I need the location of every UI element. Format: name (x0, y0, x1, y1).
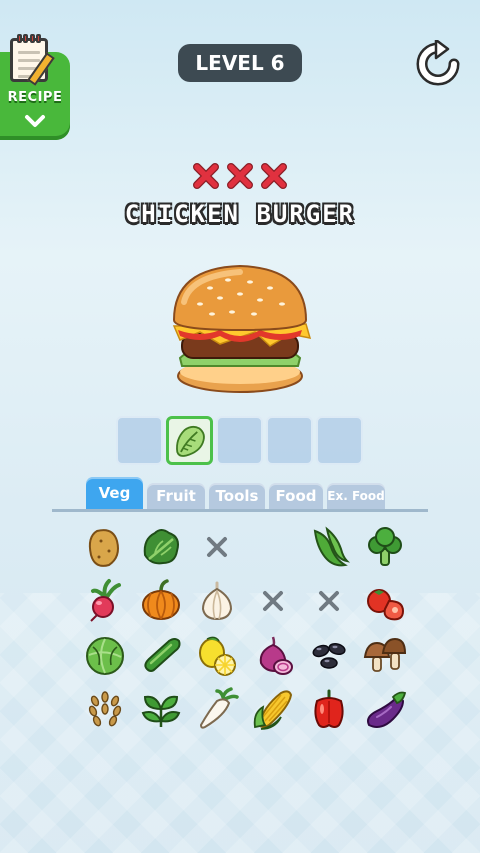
wheat-icon (88, 691, 122, 727)
ingredient-wheat[interactable] (78, 682, 132, 736)
ingredient-mushroom[interactable] (358, 628, 412, 682)
ingredient-potato[interactable] (78, 520, 132, 574)
mushroom-icon (363, 637, 407, 672)
ingredient-pumpkin[interactable] (134, 574, 188, 628)
ingredient-empty (246, 520, 300, 574)
used-x-icon (319, 591, 339, 611)
lemon-icon (199, 636, 236, 676)
edamame-icon (313, 526, 351, 567)
answer-slot-filled[interactable] (166, 416, 213, 465)
ingredient-radish[interactable] (78, 574, 132, 628)
daikon-icon (199, 687, 239, 729)
ingredient-broccoli[interactable] (358, 520, 412, 574)
dish-title: CHICKEN BURGER (124, 200, 356, 228)
recipe-button[interactable]: RECIPE (0, 34, 74, 140)
ingredient-used (246, 574, 300, 628)
basil-icon (141, 695, 181, 727)
strike-counter (192, 162, 288, 194)
strike-x-icon (227, 163, 253, 189)
ingredient-grid (78, 520, 414, 736)
ingredient-edamame[interactable] (302, 520, 356, 574)
ingredient-basil[interactable] (134, 682, 188, 736)
used-x-icon (207, 537, 227, 557)
used-x-icon (263, 591, 283, 611)
corn-icon (253, 690, 293, 730)
red-onion-icon (259, 636, 293, 675)
recipe-label: RECIPE (7, 90, 63, 105)
tab-veg[interactable]: Veg (86, 477, 143, 510)
answer-slot-empty[interactable] (316, 416, 363, 465)
ingredient-black-beans[interactable] (302, 628, 356, 682)
ingredient-cabbage[interactable] (78, 628, 132, 682)
ingredient-broccoli-leaf[interactable] (134, 520, 188, 574)
broccoli-icon (368, 527, 402, 566)
ingredient-daikon[interactable] (190, 682, 244, 736)
tab-divider (52, 509, 428, 512)
ingredient-eggplant[interactable] (358, 682, 412, 736)
chicken-burger-image (172, 264, 312, 393)
ingredient-corn[interactable] (246, 682, 300, 736)
ingredient-used (302, 574, 356, 628)
tab-ex-food[interactable]: Ex. Food (327, 483, 385, 510)
answer-slot-empty[interactable] (266, 416, 313, 465)
ingredient-garlic[interactable] (190, 574, 244, 628)
restart-icon[interactable] (414, 40, 462, 88)
eggplant-icon (367, 691, 407, 728)
garlic-icon (201, 581, 233, 621)
tab-tools[interactable]: Tools (209, 483, 265, 510)
ingredient-red-onion[interactable] (246, 628, 300, 682)
ingredient-lemon[interactable] (190, 628, 244, 682)
tomato-icon (367, 589, 405, 621)
tab-fruit[interactable]: Fruit (147, 483, 205, 510)
broccoli-leaf-icon (143, 529, 179, 565)
ingredient-bell-pepper[interactable] (302, 682, 356, 736)
answer-slots (116, 416, 363, 465)
black-beans-icon (312, 642, 346, 669)
strike-x-icon (193, 163, 219, 189)
ingredient-tomato[interactable] (358, 574, 412, 628)
strike-x-icon (261, 163, 287, 189)
chevron-down-icon (25, 115, 45, 127)
pumpkin-icon (142, 579, 180, 620)
ingredient-used (190, 520, 244, 574)
radish-icon (90, 579, 121, 622)
cabbage-icon (86, 637, 124, 675)
lettuce-icon (176, 425, 205, 457)
potato-icon (88, 529, 119, 567)
tab-food[interactable]: Food (269, 483, 323, 510)
bell-pepper-icon (314, 689, 344, 728)
answer-slot-empty[interactable] (116, 416, 163, 465)
level-indicator: LEVEL 6 (178, 44, 302, 82)
ingredient-cucumber[interactable] (134, 628, 188, 682)
answer-slot-empty[interactable] (216, 416, 263, 465)
cucumber-icon (144, 638, 181, 672)
category-tabs: Veg Fruit Tools Food Ex. Food (86, 476, 385, 510)
